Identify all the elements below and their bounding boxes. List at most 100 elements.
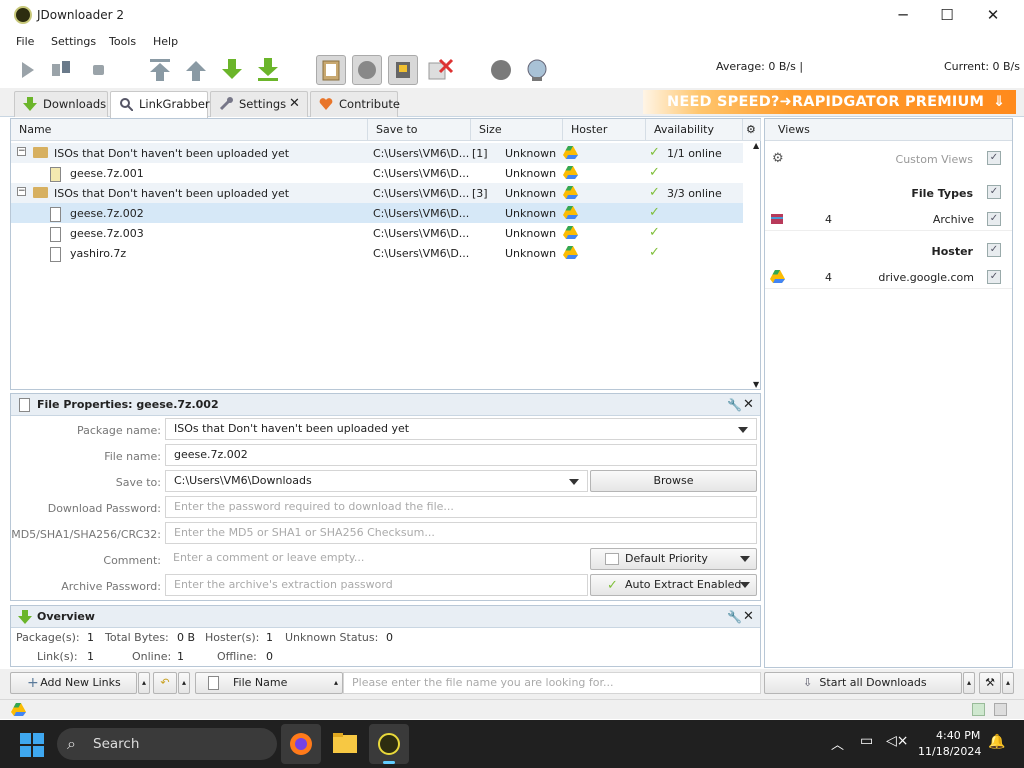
move-top-button[interactable] xyxy=(147,57,173,83)
reconnect-icon xyxy=(358,61,376,79)
firefox-taskbar-icon[interactable] xyxy=(281,724,321,764)
search-input[interactable]: Please enter the file name you are looki… xyxy=(343,672,761,694)
checksum-field[interactable]: Enter the MD5 or SHA1 or SHA256 Checksum… xyxy=(165,522,757,544)
windows-start-icon[interactable] xyxy=(20,733,44,757)
column-header-size[interactable]: Size xyxy=(471,119,563,141)
speaker-muted-icon[interactable]: ◁× xyxy=(886,733,909,749)
start-downloads-button[interactable] xyxy=(14,57,40,83)
archive-filter-row[interactable]: 4 Archive ✓ xyxy=(765,207,1012,231)
save-to-label: Save to: xyxy=(115,476,161,489)
file-icon xyxy=(50,167,61,182)
collapse-toggle[interactable]: − xyxy=(17,147,26,156)
overview-settings-icon[interactable]: 🔧 xyxy=(727,606,742,628)
file-size: Unknown xyxy=(505,207,557,220)
table-row[interactable]: yashiro.7z C:\Users\VM6\D... Unknown ✓ xyxy=(11,243,743,263)
online-check-icon: ✓ xyxy=(649,165,660,180)
column-settings-icon[interactable]: ⚙ xyxy=(743,119,761,141)
bottom-settings-menu-button[interactable]: ▴ xyxy=(1002,672,1014,694)
hoster-filter-row[interactable]: 4 drive.google.com ✓ xyxy=(765,265,1012,289)
taskbar-time[interactable]: 4:40 PM xyxy=(936,729,980,742)
tab-settings[interactable]: Settings ✕ xyxy=(210,91,308,117)
column-header-name[interactable]: Name xyxy=(11,119,368,141)
file-name-field[interactable]: geese.7z.002 xyxy=(165,444,757,466)
status-update-icon[interactable] xyxy=(972,703,985,716)
bottom-settings-button[interactable]: ⚒ xyxy=(979,672,1001,694)
minimize-button[interactable]: ─ xyxy=(880,0,926,32)
ad-arrow-icon: ⇓ xyxy=(993,94,1006,110)
priority-value: Default Priority xyxy=(625,552,708,565)
network-icon[interactable]: ▭ xyxy=(860,733,873,749)
reconnect-button[interactable] xyxy=(488,57,514,83)
overview-close-icon[interactable]: ✕ xyxy=(743,606,754,628)
move-bottom-button[interactable] xyxy=(255,57,281,83)
premium-ad-banner[interactable]: NEED SPEED?➜RAPIDGATOR PREMIUM ⇓ xyxy=(643,90,1016,114)
jdownloader-taskbar-icon[interactable] xyxy=(369,724,409,764)
table-row[interactable]: geese.7z.002 C:\Users\VM6\D... Unknown ✓ xyxy=(11,203,743,223)
tab-downloads[interactable]: Downloads xyxy=(14,91,108,117)
pause-icon xyxy=(52,61,70,76)
download-arrow-icon xyxy=(23,97,37,111)
close-button[interactable]: ✕ xyxy=(970,0,1016,32)
add-links-menu-button[interactable]: ▴ xyxy=(138,672,150,694)
save-to-path: C:\Users\VM6\D... xyxy=(373,207,470,220)
maximize-button[interactable]: ☐ xyxy=(924,0,970,32)
column-header-availability[interactable]: Availability xyxy=(646,119,743,141)
tab-settings-close-icon[interactable]: ✕ xyxy=(289,92,300,116)
tab-contribute[interactable]: Contribute xyxy=(310,91,400,117)
table-row[interactable]: geese.7z.003 C:\Users\VM6\D... Unknown ✓ xyxy=(11,223,743,243)
menu-settings[interactable]: Settings xyxy=(51,35,96,48)
comment-field[interactable]: Enter a comment or leave empty... xyxy=(165,548,588,570)
priority-dropdown[interactable]: Default Priority xyxy=(590,548,757,570)
hoster-domain-checkbox[interactable]: ✓ xyxy=(987,270,1001,284)
file-name: yashiro.7z xyxy=(70,247,127,260)
column-header-save-to[interactable]: Save to xyxy=(368,119,471,141)
file-explorer-taskbar-icon[interactable] xyxy=(325,724,365,764)
online-value: 1 xyxy=(177,650,184,663)
move-up-button[interactable] xyxy=(183,57,209,83)
hoster-checkbox[interactable]: ✓ xyxy=(987,243,1001,257)
table-row[interactable]: geese.7z.001 C:\Users\VM6\D... Unknown ✓ xyxy=(11,163,743,183)
package-row[interactable]: − ISOs that Don't haven't been uploaded y… xyxy=(11,183,743,203)
taskbar-search[interactable]: ⌕ Search xyxy=(57,728,277,760)
chevron-up-icon[interactable]: ︿ xyxy=(831,734,844,753)
start-all-downloads-button[interactable]: ⇩ Start all Downloads xyxy=(764,672,962,694)
clipboard-observer-toggle[interactable] xyxy=(316,55,346,85)
update-button[interactable] xyxy=(524,57,550,83)
online-check-icon: ✓ xyxy=(649,205,660,220)
properties-close-icon[interactable]: ✕ xyxy=(743,394,754,416)
save-to-field[interactable]: C:\Users\VM6\Downloads xyxy=(165,470,588,492)
menu-help[interactable]: Help xyxy=(153,35,178,48)
pause-downloads-button[interactable] xyxy=(48,57,74,83)
clear-filter-button[interactable]: ↶ xyxy=(153,672,177,694)
scrollbar[interactable]: ▲ ▼ xyxy=(753,141,761,389)
stop-downloads-button[interactable] xyxy=(86,57,112,83)
premium-toggle[interactable] xyxy=(388,55,418,85)
download-password-field[interactable]: Enter the password required to download … xyxy=(165,496,757,518)
archive-password-field[interactable]: Enter the archive's extraction password xyxy=(165,574,588,596)
auto-extract-dropdown[interactable]: ✓ Auto Extract Enabled xyxy=(590,574,757,596)
bottom-bar: + Add New Links ▴ ↶ ▴ File Name ▴ Please e… xyxy=(0,669,1024,699)
file-types-checkbox[interactable]: ✓ xyxy=(987,185,1001,199)
auto-reconnect-toggle[interactable] xyxy=(352,55,382,85)
tab-linkgrabber[interactable]: LinkGrabber xyxy=(110,91,210,118)
package-row[interactable]: − ISOs that Don't haven't been uploaded y… xyxy=(11,143,743,163)
start-menu-button[interactable]: ▴ xyxy=(963,672,975,694)
add-new-links-button[interactable]: + Add New Links xyxy=(10,672,137,694)
collapse-toggle[interactable]: − xyxy=(17,187,26,196)
package-name-field[interactable]: ISOs that Don't haven't been uploaded ye… xyxy=(165,418,757,440)
menu-tools[interactable]: Tools xyxy=(109,35,136,48)
column-header-hoster[interactable]: Hoster xyxy=(563,119,646,141)
status-log-icon[interactable] xyxy=(994,703,1007,716)
clear-filter-menu-button[interactable]: ▴ xyxy=(178,672,190,694)
custom-views-checkbox[interactable]: ✓ xyxy=(987,151,1001,165)
move-down-button[interactable] xyxy=(219,57,245,83)
file-size: Unknown xyxy=(505,167,557,180)
menu-file[interactable]: File xyxy=(16,35,34,48)
notification-bell-icon[interactable]: 🔔 xyxy=(988,734,1005,750)
properties-settings-icon[interactable]: 🔧 xyxy=(727,394,742,416)
search-filter-dropdown[interactable]: File Name ▴ xyxy=(195,672,343,694)
remove-links-button[interactable] xyxy=(426,57,454,83)
browse-button[interactable]: Browse xyxy=(590,470,757,492)
archive-checkbox[interactable]: ✓ xyxy=(987,212,1001,226)
taskbar-date[interactable]: 11/18/2024 xyxy=(918,745,981,758)
